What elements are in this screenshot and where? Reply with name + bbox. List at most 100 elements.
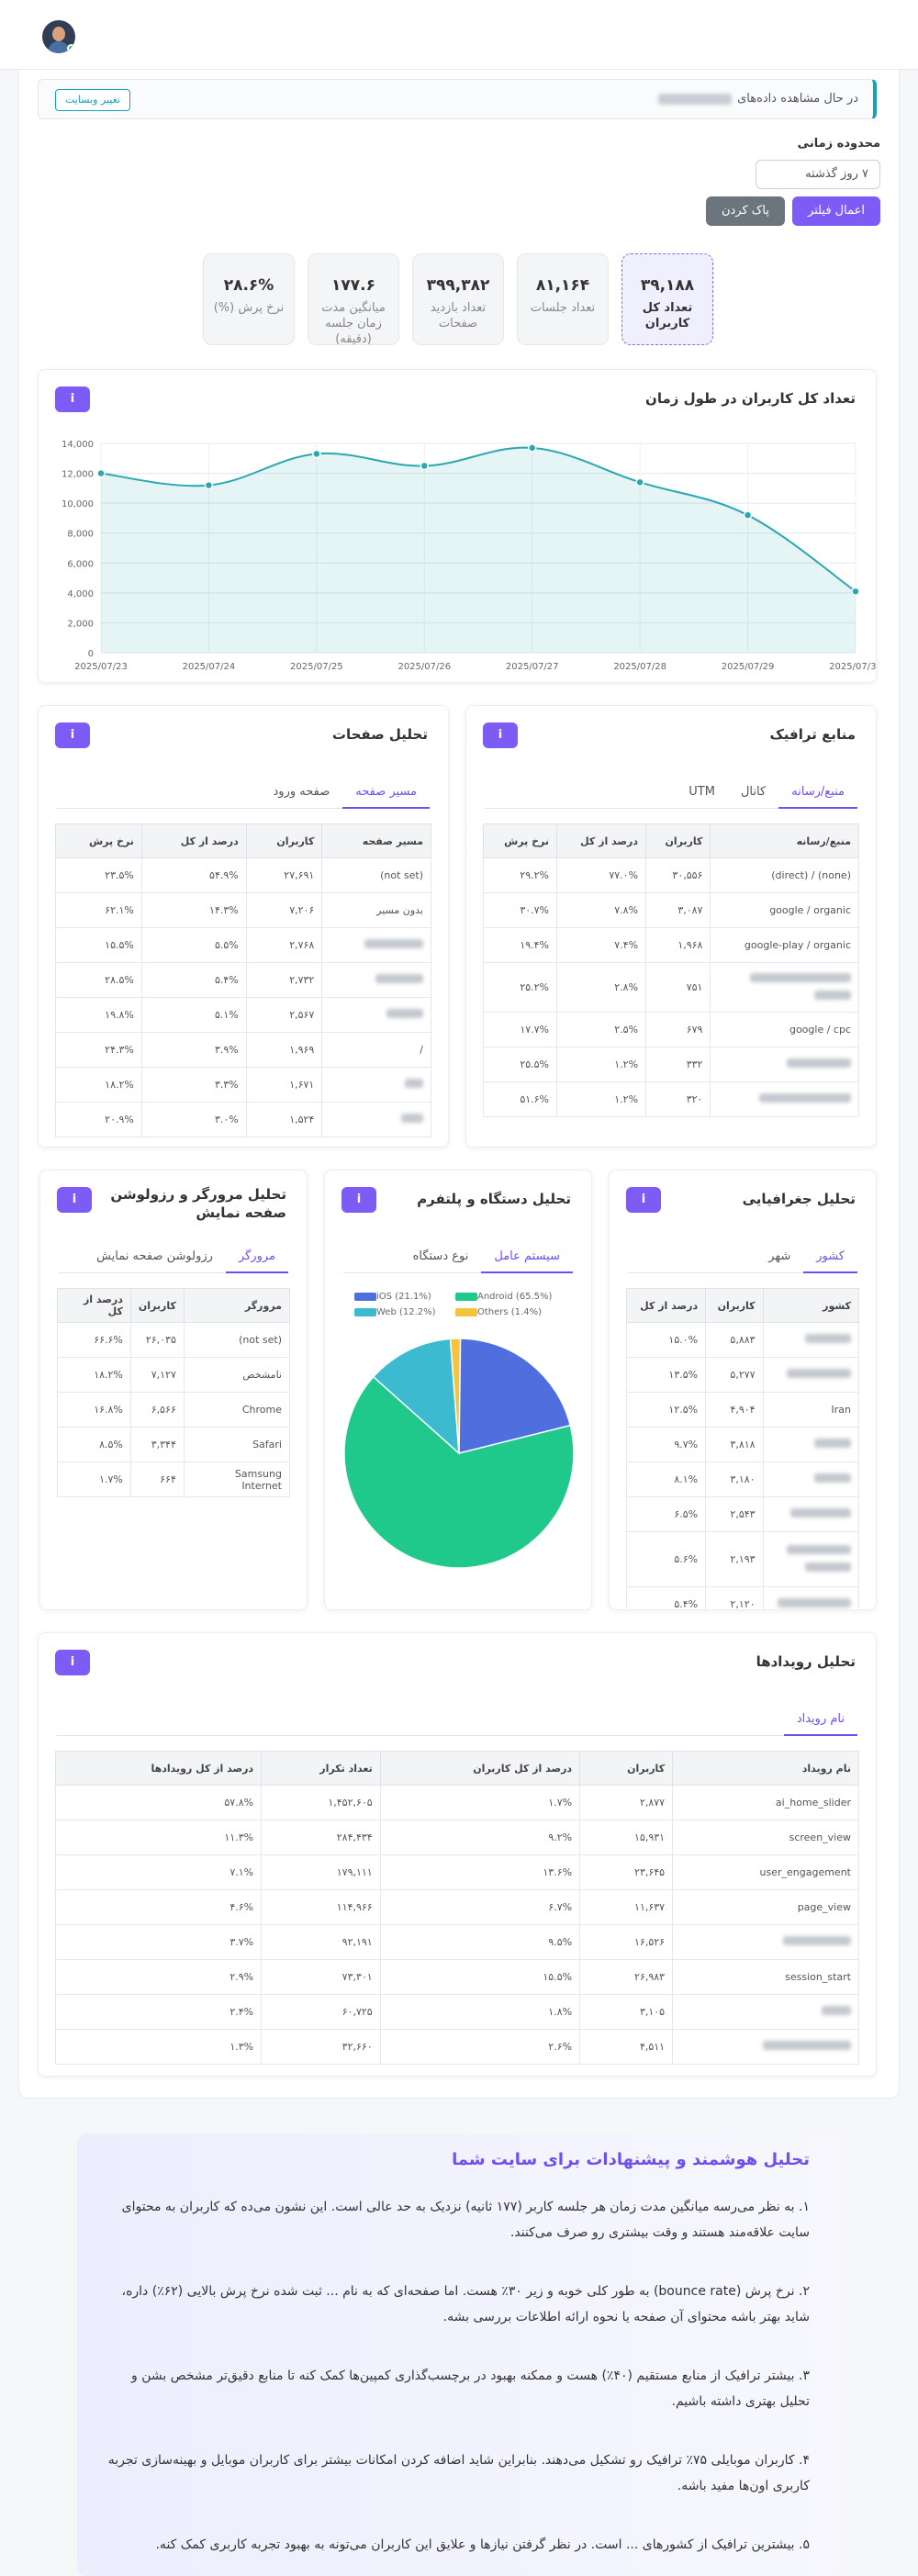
cell: ۱.۳% — [54, 2029, 263, 2065]
y-tick-label: 4,000 — [67, 589, 94, 599]
cell: ۷.۴% — [555, 927, 647, 963]
cell: ۶,۵۶۶ — [129, 1392, 185, 1428]
events-analysis-card: تحلیل رویدادها i نام رویداد نام رویداد ک… — [38, 1632, 877, 2077]
column-header: کاربران — [129, 1288, 185, 1323]
data-point[interactable] — [527, 443, 537, 453]
cell: ۵,۸۸۳ — [705, 1322, 764, 1358]
top-bar — [0, 0, 918, 70]
tab-page-path[interactable]: مسیر صفحه — [342, 778, 430, 809]
info-button[interactable]: i — [55, 1650, 90, 1675]
y-tick-label: 10,000 — [62, 499, 94, 510]
tab-country[interactable]: کشور — [803, 1242, 857, 1273]
cell: ۵.۵% — [140, 927, 247, 963]
time-range-select[interactable]: ۷ روز گذشته — [756, 160, 880, 189]
info-button[interactable]: i — [55, 722, 90, 748]
tab-channel[interactable]: کانال — [728, 778, 778, 809]
card-title: تحلیل مرورگر و رزولوشن صفحه نمایش — [110, 1186, 286, 1221]
data-point[interactable] — [635, 477, 644, 487]
redacted-cell — [762, 1427, 860, 1462]
cell: ۳۲۰ — [645, 1081, 711, 1117]
cell: (not set) — [183, 1322, 291, 1358]
cell: ۵.۴% — [140, 962, 247, 998]
data-point[interactable] — [312, 449, 321, 459]
cell: ۱,۵۲۴ — [245, 1102, 323, 1137]
ai-insight-5: ۵. بیشترین ترافیک از کشورهای ... است. در… — [155, 2537, 810, 2552]
tab-device-type[interactable]: نوع دستگاه — [400, 1242, 482, 1273]
cell: ۵.۱% — [140, 997, 247, 1033]
cell: ۶۰,۷۲۵ — [261, 1994, 381, 2030]
info-button[interactable]: i — [626, 1187, 661, 1213]
cell: ۲۸.۵% — [55, 962, 142, 998]
tab-source-medium[interactable]: منبع/رسانه — [778, 778, 857, 809]
legend-item-web[interactable]: Web (12.2%) — [351, 1307, 452, 1317]
clear-filter-button[interactable]: پاک کردن — [706, 196, 785, 226]
info-button[interactable]: i — [483, 722, 518, 748]
tab-screen-resolution[interactable]: رزولوشن صفحه نمایش — [84, 1242, 226, 1273]
cell: ۳.۳% — [140, 1067, 247, 1103]
data-point[interactable] — [204, 480, 214, 490]
cell: ۶۶.۶% — [57, 1322, 131, 1358]
cell: ۱.۲% — [555, 1081, 647, 1117]
column-header: نام رویداد — [672, 1751, 859, 1786]
cell: ۳۰.۷% — [483, 892, 557, 928]
tab-landing-page[interactable]: صفحه ورود — [261, 778, 343, 809]
redacted-cell — [762, 1322, 860, 1358]
legend-item-android[interactable]: Android (65.5%) — [452, 1292, 566, 1302]
cell: ۵۴.۹% — [140, 857, 247, 893]
column-header: منبع/رسانه — [710, 823, 859, 858]
table-row: (direct) / (none) ۳۰,۵۵۶ ۷۷.۰% ۲۹.۲% — [483, 857, 859, 893]
info-button[interactable]: i — [57, 1187, 92, 1213]
redacted-cell — [762, 1496, 860, 1532]
cell: ۲.۶% — [379, 2029, 581, 2065]
stat-value: ۸۱,۱۶۴ — [535, 276, 590, 295]
redacted-cell — [762, 1531, 860, 1587]
cell: ۱,۴۵۲,۶۰۵ — [261, 1785, 381, 1820]
data-point[interactable] — [851, 587, 860, 596]
cell: ۹.۲% — [379, 1820, 581, 1855]
data-point[interactable] — [96, 468, 106, 478]
data-point[interactable] — [420, 461, 430, 471]
avatar[interactable] — [42, 20, 75, 53]
table-row: ۳۳۲ ۱.۲% ۲۵.۵% — [483, 1047, 859, 1082]
tab-operating-system[interactable]: سیستم عامل — [481, 1242, 573, 1273]
stat-pageviews: ۳۹۹,۳۸۲ تعداد بازدید صفحات — [412, 253, 504, 345]
ai-insight-4: ۴. کاربران موبایلی ۷۵٪ ترافیک رو تشکیل م… — [107, 2453, 810, 2493]
cell: ۲۴.۳% — [55, 1032, 142, 1068]
legend-item-others[interactable]: Others (1.4%) — [452, 1307, 566, 1317]
cell: ۱۵.۵% — [55, 927, 142, 963]
ai-insight-2: ۲. نرخ پرش (bounce rate) به طور کلی خوبه… — [121, 2284, 810, 2324]
cell: ۵.۶% — [625, 1531, 707, 1587]
column-header: کاربران — [645, 823, 711, 858]
cell: ۲,۷۳۲ — [245, 962, 323, 998]
cell: ۴.۶% — [54, 1889, 263, 1925]
data-point[interactable] — [743, 510, 753, 520]
table-row: بدون مسیر ۷,۲۰۶ ۱۴.۳% ۶۲.۱% — [55, 892, 431, 928]
ai-title: تحلیل هوشمند و پیشنهادات برای سایت شما — [452, 2150, 810, 2169]
change-website-button[interactable]: تغییر وبسایت — [55, 89, 130, 111]
tab-browser[interactable]: مرورگر — [225, 1242, 288, 1273]
device-tabs: سیستم عامل نوع دستگاه — [343, 1242, 573, 1273]
table-row: google-play / organic ۱,۹۶۸ ۷.۴% ۱۹.۴% — [483, 927, 859, 963]
users-over-time-card: تعداد کل کاربران در طول زمان i 0 2,000 4,0… — [38, 369, 877, 683]
ai-insight-1: ۱. به نظر می‌رسه میانگین مدت زمان هر جلس… — [121, 2200, 810, 2240]
cell: ۲۸۴,۴۳۴ — [261, 1820, 381, 1855]
tab-event-name[interactable]: نام رویداد — [783, 1705, 857, 1736]
cell: نامشخص — [183, 1357, 291, 1393]
info-button[interactable]: i — [341, 1187, 376, 1213]
legend-swatch — [455, 1307, 477, 1316]
cell: ۲۳.۵% — [55, 857, 142, 893]
card-title: منابع ترافیک — [769, 726, 856, 743]
legend-item-ios[interactable]: iOS (21.1%) — [351, 1292, 452, 1302]
cell: ۱۵.۵% — [379, 1959, 581, 1995]
cell: ۹۲,۱۹۱ — [261, 1924, 381, 1960]
apply-filter-button[interactable]: اعمال فیلتر — [792, 196, 880, 226]
tab-city[interactable]: شهر — [756, 1242, 803, 1273]
tab-utm[interactable]: UTM — [676, 778, 728, 809]
table-row: Iran ۴,۹۰۴ ۱۲.۵% — [625, 1392, 860, 1428]
redacted-cell — [762, 1586, 860, 1609]
cell: ۳۰,۵۵۶ — [645, 857, 711, 893]
traffic-table: منبع/رسانه کاربران درصد از کل نرخ پرش (d… — [483, 823, 859, 1117]
table-row: Chrome ۶,۵۶۶ ۱۶.۸% — [57, 1392, 291, 1428]
cell: session_start — [672, 1959, 859, 1995]
info-button[interactable]: i — [55, 386, 90, 412]
